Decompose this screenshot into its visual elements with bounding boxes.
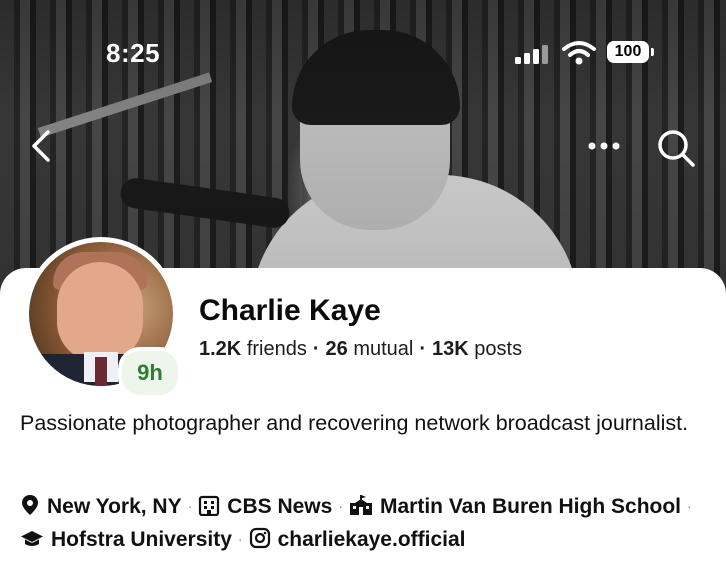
detail-separator: · <box>687 498 692 514</box>
posts-stat[interactable]: 13K posts <box>432 338 522 360</box>
detail-work-text: CBS News <box>227 495 333 518</box>
stat-separator: · <box>419 338 427 360</box>
detail-separator: · <box>237 531 243 547</box>
friends-stat[interactable]: 1.2K friends <box>199 338 307 360</box>
mutual-label: mutual <box>353 338 414 360</box>
story-time-badge: 9h <box>118 347 182 399</box>
profile-stats: 1.2K friends · 26 mutual · 13K posts <box>199 338 522 361</box>
detail-location-text: New York, NY <box>47 495 182 518</box>
briefcase-icon <box>199 495 220 516</box>
detail-college-text: Hofstra University <box>51 528 232 551</box>
profile-name: Charlie Kaye <box>199 294 381 327</box>
friends-label: friends <box>246 338 307 360</box>
friends-count: 1.2K <box>199 338 242 360</box>
more-options-icon[interactable] <box>584 132 624 160</box>
detail-highschool-text: Martin Van Buren High School <box>379 495 682 518</box>
wifi-icon <box>562 41 596 65</box>
profile-bio: Passionate photographer and recovering n… <box>20 411 689 435</box>
detail-separator: · <box>187 498 193 514</box>
detail-highschool[interactable]: Martin Van Buren High School <box>349 495 681 518</box>
detail-instagram-text: charliekaye.official <box>277 528 466 551</box>
posts-label: posts <box>474 338 523 360</box>
detail-instagram[interactable]: charliekaye.official <box>249 527 466 551</box>
detail-separator: · <box>338 498 343 514</box>
status-time: 8:25 <box>106 38 161 68</box>
school-building-icon <box>349 495 372 515</box>
battery-level: 100 <box>607 41 649 63</box>
back-chevron-icon[interactable] <box>24 126 60 166</box>
instagram-icon <box>249 527 270 549</box>
location-pin-icon <box>22 495 38 515</box>
posts-count: 13K <box>432 338 469 360</box>
battery-icon: 100 <box>607 41 655 65</box>
search-icon[interactable] <box>654 126 698 170</box>
stat-separator: · <box>312 338 320 360</box>
detail-college[interactable]: Hofstra University <box>20 528 232 551</box>
mutual-count: 26 <box>325 338 348 360</box>
graduation-cap-icon <box>21 531 43 546</box>
detail-work[interactable]: CBS News <box>198 495 332 518</box>
cellular-signal-icon <box>515 45 548 64</box>
mutual-stat[interactable]: 26 mutual <box>326 338 414 360</box>
status-bar: 8:25 100 <box>0 0 726 100</box>
detail-location[interactable]: New York, NY <box>20 495 182 518</box>
profile-details: New York, NY · CBS News · Martin Van Buren H… <box>20 490 710 556</box>
